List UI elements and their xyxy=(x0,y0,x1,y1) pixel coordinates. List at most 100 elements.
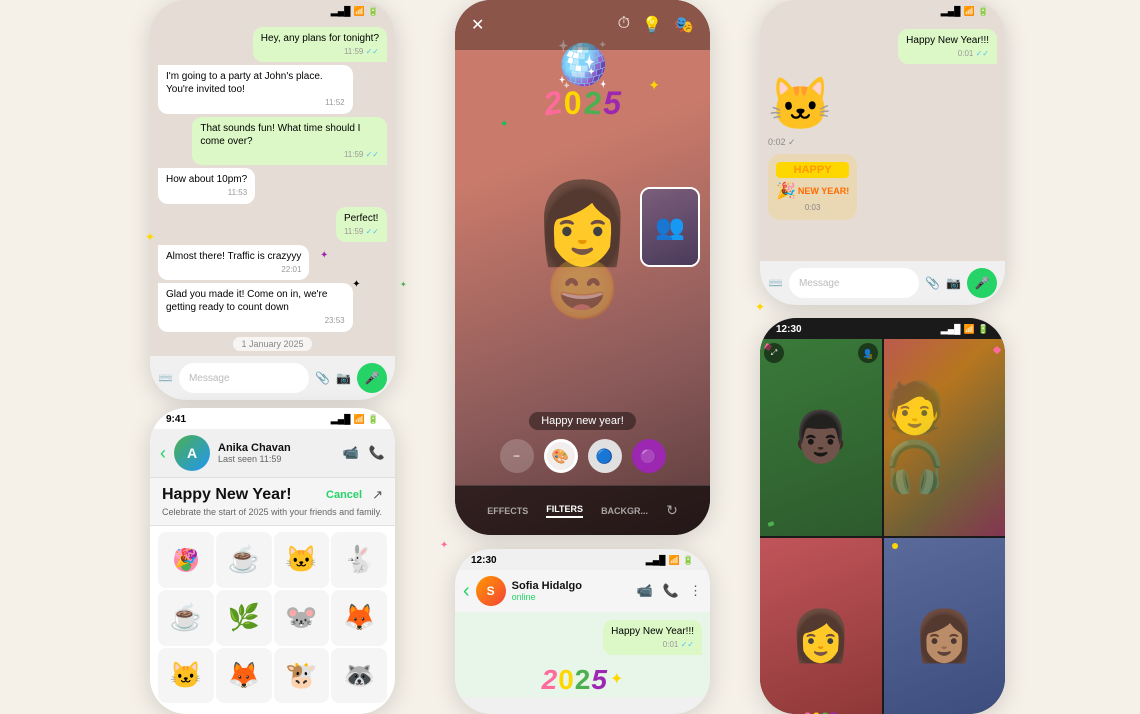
attachment-icon-right[interactable]: 📎 xyxy=(925,276,940,290)
bg-sparkle-3: ✦ xyxy=(400,280,407,289)
camera-icon-right[interactable]: 📷 xyxy=(946,276,961,290)
sticker-3[interactable]: 🐱 xyxy=(274,532,330,588)
camera-icon-1[interactable]: 📷 xyxy=(336,371,351,385)
filter-selector: − 🎨 🔵 🟣 xyxy=(455,439,710,473)
bubble-received-1: I'm going to a party at John's place. Yo… xyxy=(158,65,353,113)
input-placeholder-1: Message xyxy=(189,373,230,384)
flash-icon[interactable]: 💡 xyxy=(642,15,662,35)
bg-sparkle-4: ✦ xyxy=(440,540,448,551)
sticker-action-row: Happy New Year! Cancel ↗ xyxy=(162,486,383,504)
filter-tabs: EFFECTS FILTERS BACKGR... ↻ xyxy=(455,485,710,535)
message-input-bar-right[interactable]: ⌨️ Message 📎 📷 🎤 xyxy=(760,261,1005,305)
wifi-5: 📶 xyxy=(964,6,975,17)
keyboard-icon-right: ⌨️ xyxy=(768,276,783,290)
signal-4: ▂▄█ xyxy=(646,555,666,566)
battery-5: 🔋 xyxy=(978,6,989,17)
battery-2: 🔋 xyxy=(368,414,379,425)
add-person-btn[interactable]: 👤 xyxy=(858,343,878,363)
wa-chat-right: Happy New Year!!! 0:01 ✓✓ 🐱 0:02 ✓ HAPPY… xyxy=(760,21,1005,232)
sticker-12[interactable]: 🦝 xyxy=(331,648,387,704)
minus-btn[interactable]: − xyxy=(500,439,534,473)
status-bar-4: 12:30 ▂▄█ 📶 🔋 xyxy=(455,549,710,570)
sofia-chat-area: Happy New Year!!! 0:01 ✓✓ 2 0 2 5 ✦ xyxy=(455,612,710,697)
battery-4: 🔋 xyxy=(683,555,694,566)
cancel-button[interactable]: Cancel xyxy=(326,489,362,501)
tab-effects[interactable]: EFFECTS xyxy=(487,506,528,516)
close-video-btn[interactable]: ✕ xyxy=(471,15,484,35)
contact-name-sticker: Anika Chavan xyxy=(218,442,335,454)
sticker-9[interactable]: 🐱 xyxy=(158,648,214,704)
active-filter-btn[interactable]: 🎨 xyxy=(544,439,578,473)
time-6: 12:30 xyxy=(776,324,802,335)
signal-5: ▂▄█ xyxy=(941,6,961,17)
sparkle-video-2: ✦ xyxy=(500,119,508,130)
back-button-sticker[interactable]: ‹ xyxy=(160,443,166,464)
phone-video-center: 9:41 ▂▄█ 📶 🔋 👩 😄 ✕ ⏱ 💡 🎭 🪩 2 0 2 5 ✦ ✦ xyxy=(455,0,710,535)
tab-background[interactable]: BACKGR... xyxy=(601,506,648,516)
more-icon-sofia[interactable]: ⋮ xyxy=(689,583,702,599)
self-thumbnail: 👥 xyxy=(640,187,700,267)
sticker-title: Happy New Year! xyxy=(162,486,292,504)
sofia-name: Sofia Hidalgo xyxy=(512,580,631,592)
sticker-btn-video[interactable]: 🎭 xyxy=(674,15,694,35)
keyboard-icon: ⌨️ xyxy=(158,371,173,385)
group-video-grid: 👨🏿 ⤢ 👤 🧑🎧 👩 2 0 2 5 ↻ xyxy=(760,339,1005,714)
confetti-5 xyxy=(892,543,898,549)
bubble-received-4: Glad you made it! Come on in, we're gett… xyxy=(158,283,353,331)
sticker-11[interactable]: 🐮 xyxy=(274,648,330,704)
grid-cell-1: 👨🏿 ⤢ 👤 xyxy=(760,339,882,536)
video-icon-sofia[interactable]: 📹 xyxy=(637,583,653,599)
signal-6: ▂▄█ xyxy=(941,324,961,335)
phone-icon-sticker[interactable]: 📞 xyxy=(369,445,385,461)
video-caption-area: Happy new year! xyxy=(455,411,710,430)
tab-filters[interactable]: FILTERS xyxy=(546,504,583,518)
mic-button-1[interactable]: 🎤 xyxy=(357,363,387,393)
message-input-right[interactable]: Message xyxy=(789,268,919,298)
sticker-grid: 🎉 ☕ 🐱 🐇 ☕ 🌿 🐭 🦊 🐱 🦊 🐮 🦝 xyxy=(150,526,395,709)
message-input-1[interactable]: Message xyxy=(179,363,309,393)
refresh-icon[interactable]: ↻ xyxy=(666,502,678,519)
mic-icon-1: 🎤 xyxy=(365,371,380,385)
cat-sticker-time: 0:02 ✓ xyxy=(768,137,796,148)
back-header-bottom: ‹ S Sofia Hidalgo online 📹 📞 ⋮ xyxy=(455,570,710,612)
sticker-6[interactable]: 🌿 xyxy=(216,590,272,646)
expand-btn-1[interactable]: ⤢ xyxy=(764,343,784,363)
input-placeholder-right: Message xyxy=(799,278,840,289)
person-emoji: 👩 xyxy=(533,183,633,263)
grid-cell-2: 🧑🎧 xyxy=(884,339,1006,536)
grid-cell-3: 👩 2 0 2 5 ↻ xyxy=(760,538,882,714)
video-icon-sticker[interactable]: 📹 xyxy=(343,445,359,461)
message-input-bar-1[interactable]: ⌨️ Message 📎 📷 🎤 xyxy=(150,356,395,400)
date-separator: 1 January 2025 xyxy=(233,337,311,351)
sparkle-video-1: ✦ xyxy=(648,77,660,94)
hny-right-bubble: Happy New Year!!! 0:01 ✓✓ xyxy=(898,29,997,64)
battery-6: 🔋 xyxy=(978,324,989,335)
status-bar-2: 9:41 ▂▄█ 📶 🔋 xyxy=(150,408,395,429)
sticker-8[interactable]: 🦊 xyxy=(331,590,387,646)
back-btn-bottom[interactable]: ‹ xyxy=(463,580,470,603)
sticker-desc: Celebrate the start of 2025 with your fr… xyxy=(162,507,383,517)
share-icon[interactable]: ↗ xyxy=(372,487,383,503)
mic-button-right[interactable]: 🎤 xyxy=(967,268,997,298)
sticker-5[interactable]: ☕ xyxy=(158,590,214,646)
phone-icon-sofia[interactable]: 📞 xyxy=(663,583,679,599)
mic-icon-right: 🎤 xyxy=(975,276,990,290)
chat-area-main: Hey, any plans for tonight? 11:59 ✓✓ I'm… xyxy=(150,21,395,371)
sticker-2[interactable]: ☕ xyxy=(216,532,272,588)
wifi-6: 📶 xyxy=(964,324,975,335)
wifi-2: 📶 xyxy=(354,414,365,425)
contact-info-sticker: Anika Chavan Last seen 11:59 xyxy=(218,442,335,464)
phone-chat-right: ▂▄█ 📶 🔋 Happy New Year!!! 0:01 ✓✓ 🐱 0:02… xyxy=(760,0,1005,305)
filter-btn-2[interactable]: 🔵 xyxy=(588,439,622,473)
sticker-10[interactable]: 🦊 xyxy=(216,648,272,704)
sticker-1[interactable]: 🎉 xyxy=(158,532,214,588)
phone-group-video: 12:30 ▂▄█ 📶 🔋 👨🏿 ⤢ 👤 🧑🎧 👩 xyxy=(760,318,1005,714)
sticker-7[interactable]: 🐭 xyxy=(274,590,330,646)
battery-icon: 🔋 xyxy=(368,6,379,17)
filter-btn-3[interactable]: 🟣 xyxy=(632,439,666,473)
status-bar-1: ▂▄█ 📶 🔋 xyxy=(150,0,395,21)
status-icons-1: ▂▄█ 📶 🔋 xyxy=(331,6,379,17)
sticker-4[interactable]: 🐇 xyxy=(331,532,387,588)
sofia-header-icons: 📹 📞 ⋮ xyxy=(637,583,702,599)
attachment-icon-1[interactable]: 📎 xyxy=(315,371,330,385)
